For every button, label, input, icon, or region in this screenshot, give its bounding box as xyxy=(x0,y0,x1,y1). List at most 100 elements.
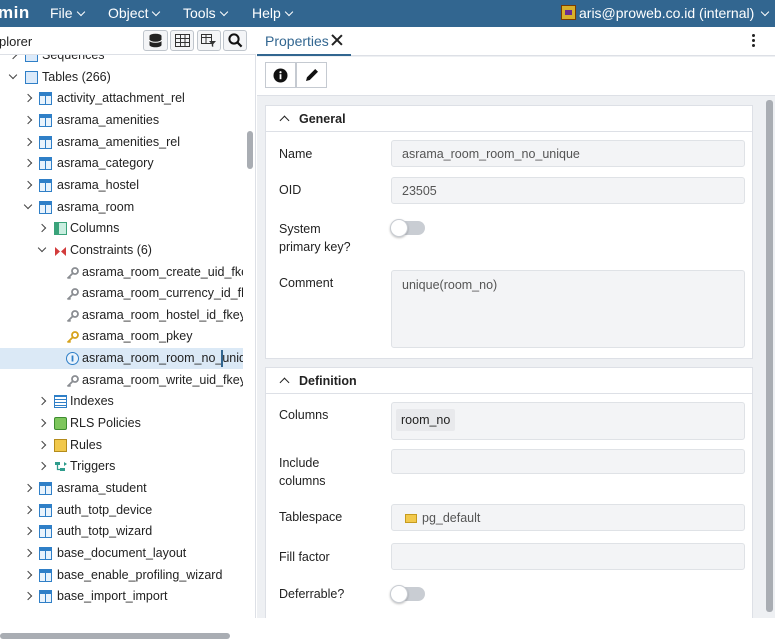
explorer-header: plorer xyxy=(0,27,256,55)
oid-field[interactable]: 23505 xyxy=(391,177,745,204)
menu-help[interactable]: Help xyxy=(252,5,294,21)
tree-item[interactable]: asrama_hostel xyxy=(0,175,243,196)
menu-tools[interactable]: Tools xyxy=(183,5,228,21)
chevron-right-icon[interactable] xyxy=(23,548,33,558)
scrollbar-thumb[interactable] xyxy=(0,633,230,639)
chevron-right-icon[interactable] xyxy=(23,592,33,601)
tree-item-label: asrama_room_room_no_unique xyxy=(82,351,243,366)
tree-item[interactable]: asrama_room_hostel_id_fkey xyxy=(0,305,243,326)
menu-object[interactable]: Object xyxy=(108,5,161,21)
deferrable-toggle[interactable] xyxy=(390,585,425,603)
tree-item-label: Columns xyxy=(70,221,120,236)
tree-item[interactable]: base_enable_profiling_wizard xyxy=(0,565,243,586)
definition-section-header[interactable]: Definition xyxy=(266,368,752,394)
scrollbar-thumb[interactable] xyxy=(766,100,773,612)
tree-item[interactable]: asrama_room_write_uid_fkey xyxy=(0,370,243,391)
include-columns-field[interactable] xyxy=(391,449,745,474)
close-icon[interactable] xyxy=(331,34,343,46)
tree-item[interactable]: Tables (266) xyxy=(0,67,243,88)
tree-item[interactable]: auth_totp_wizard xyxy=(0,521,243,542)
tree-item[interactable]: asrama_amenities xyxy=(0,110,243,131)
tree-item[interactable]: RLS Policies xyxy=(0,413,243,434)
text-cursor xyxy=(221,350,223,368)
tree-vertical-scrollbar[interactable] xyxy=(244,55,256,630)
tree-item[interactable]: Constraints (6) xyxy=(0,240,243,261)
tree-item[interactable]: asrama_room_pkey xyxy=(0,326,243,347)
general-section-title: General xyxy=(299,112,346,126)
tree-item[interactable]: asrama_room_currency_id_fkey xyxy=(0,283,243,304)
view-data-button[interactable] xyxy=(170,30,194,51)
user-menu[interactable]: aris@proweb.co.id (internal) xyxy=(561,5,770,21)
tablespace-label: Tablespace xyxy=(279,510,343,524)
chevron-right-icon[interactable] xyxy=(37,418,47,428)
tree-item[interactable]: asrama_student xyxy=(0,478,243,499)
more-vertical-icon[interactable] xyxy=(749,34,759,50)
query-tool-button[interactable] xyxy=(143,30,168,51)
chevron-right-icon[interactable] xyxy=(23,505,33,514)
chevron-up-icon xyxy=(279,115,290,126)
tree-item-label: base_document_layout xyxy=(57,545,187,560)
tree-item[interactable]: Sequences xyxy=(0,55,243,66)
pencil-icon xyxy=(305,69,318,81)
tree-item[interactable]: asrama_room_create_uid_fkey xyxy=(0,262,243,283)
system-primary-key-label-line2: primary key? xyxy=(279,240,351,254)
general-section-header[interactable]: General xyxy=(266,106,752,132)
chevron-down-icon[interactable] xyxy=(23,200,33,209)
tree-item[interactable]: asrama_amenities_rel xyxy=(0,132,243,153)
edit-button[interactable] xyxy=(296,62,327,88)
tree-item-label: asrama_category xyxy=(57,156,154,171)
table-icon xyxy=(39,482,52,495)
table-icon xyxy=(39,157,52,171)
tree-item[interactable]: asrama_room xyxy=(0,197,243,218)
name-label: Name xyxy=(279,147,313,161)
toggle-knob xyxy=(390,585,408,603)
tree-item-label: activity_attachment_rel xyxy=(57,91,185,106)
tree-item[interactable]: Triggers xyxy=(0,456,243,477)
chevron-down-icon[interactable] xyxy=(37,243,47,253)
chevron-right-icon[interactable] xyxy=(23,570,33,579)
filter-rows-button[interactable] xyxy=(197,30,221,51)
tree-item[interactable]: asrama_room_room_no_unique xyxy=(0,348,243,370)
columns-field[interactable]: room_no xyxy=(391,402,745,440)
tree-item[interactable]: base_document_layout xyxy=(0,543,243,564)
oid-label: OID xyxy=(279,183,302,197)
chevron-right-icon[interactable] xyxy=(37,223,47,233)
tablespace-field[interactable]: pg_default xyxy=(391,504,745,531)
info-button[interactable] xyxy=(265,62,296,88)
scrollbar-thumb[interactable] xyxy=(247,131,253,169)
chevron-right-icon[interactable] xyxy=(8,55,18,60)
app-brand: min xyxy=(0,3,30,22)
tree-horizontal-scrollbar[interactable] xyxy=(0,630,243,642)
tree-item[interactable]: auth_totp_device xyxy=(0,500,243,521)
tree-item[interactable]: base_import_import xyxy=(0,586,243,607)
chevron-down-icon[interactable] xyxy=(8,70,18,79)
tree-item[interactable]: Indexes xyxy=(0,391,243,412)
chevron-right-icon[interactable] xyxy=(23,115,33,125)
chevron-right-icon[interactable] xyxy=(37,440,47,449)
chevron-right-icon[interactable] xyxy=(23,137,33,146)
tree-item[interactable]: Rules xyxy=(0,435,243,456)
fill-factor-field[interactable] xyxy=(391,543,745,570)
comment-field[interactable]: unique(room_no) xyxy=(391,270,745,348)
tree-item-label: asrama_room_currency_id_fkey xyxy=(82,286,243,301)
chevron-right-icon[interactable] xyxy=(23,483,33,493)
chevron-right-icon[interactable] xyxy=(37,397,47,406)
table-icon xyxy=(39,568,52,582)
chevron-right-icon[interactable] xyxy=(23,180,33,190)
system-primary-key-toggle[interactable] xyxy=(390,219,425,237)
tree-item[interactable]: activity_attachment_rel xyxy=(0,88,243,109)
menu-file[interactable]: File xyxy=(50,5,85,21)
chevron-right-icon[interactable] xyxy=(23,159,33,168)
chevron-right-icon[interactable] xyxy=(37,462,47,471)
properties-vertical-scrollbar[interactable] xyxy=(764,97,775,618)
definition-section: Definition Columns room_no Include column… xyxy=(265,367,753,618)
name-field[interactable]: asrama_room_room_no_unique xyxy=(391,140,745,167)
tab-bar: Properties xyxy=(257,27,775,56)
table-icon xyxy=(39,525,52,539)
tree-item[interactable]: asrama_category xyxy=(0,153,243,174)
tree-item[interactable]: Columns xyxy=(0,218,243,239)
filter-table-icon xyxy=(201,33,216,47)
search-button[interactable] xyxy=(223,30,247,51)
chevron-right-icon[interactable] xyxy=(23,527,33,536)
chevron-right-icon[interactable] xyxy=(23,94,33,103)
